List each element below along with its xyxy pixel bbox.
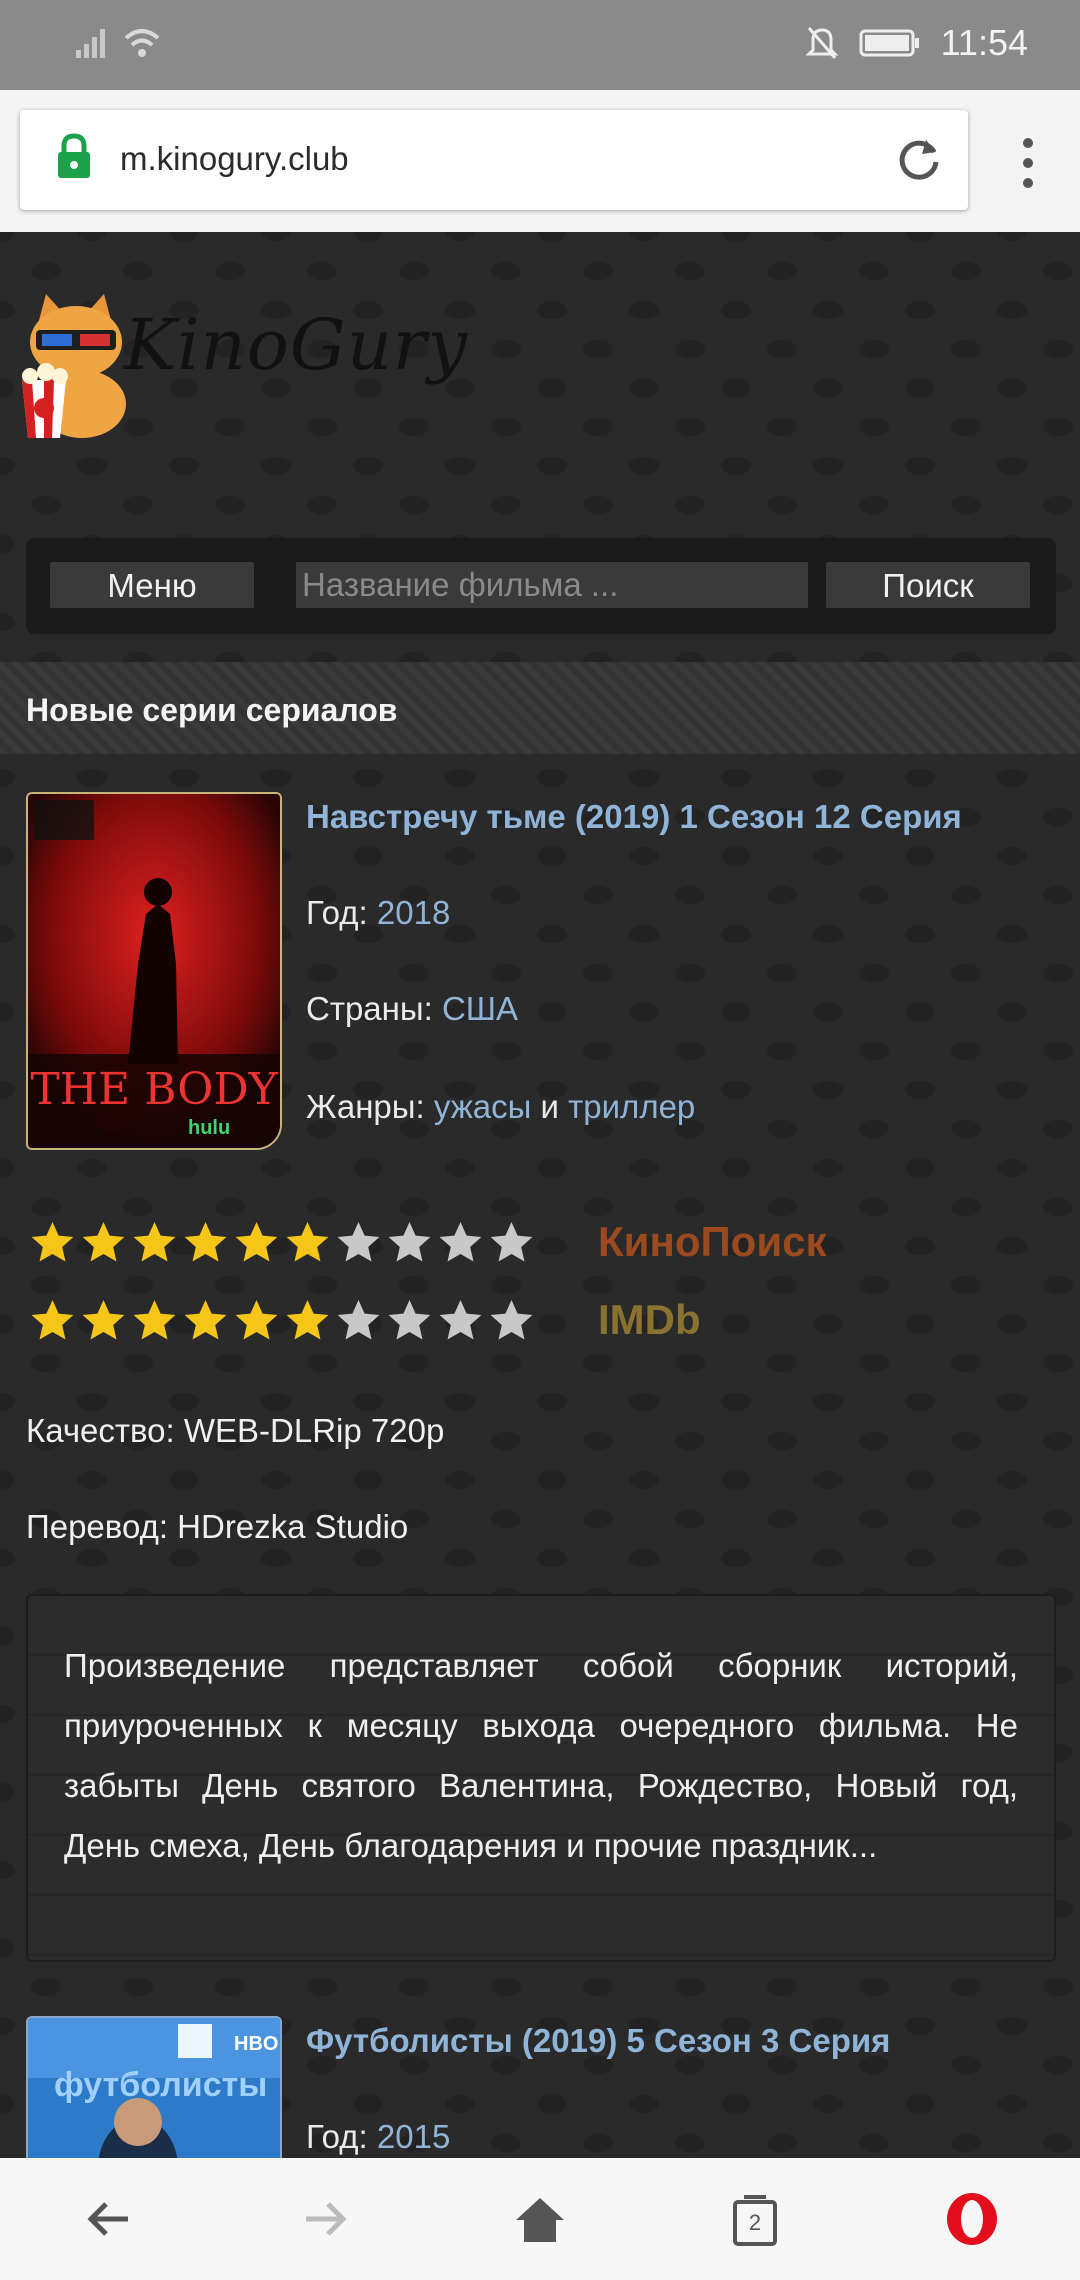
star-icon[interactable] bbox=[489, 1220, 534, 1265]
battery-icon bbox=[859, 29, 919, 57]
description-text: Произведение представляет собой сборник … bbox=[64, 1647, 1018, 1864]
year-row-2: Год: 2015 bbox=[306, 2118, 450, 2156]
kinopoisk-rating-row: КиноПоиск bbox=[30, 1218, 827, 1266]
star-icon[interactable] bbox=[234, 1298, 279, 1343]
series-title-link-2[interactable]: Футболисты (2019) 5 Сезон 3 Серия bbox=[306, 2022, 890, 2060]
quality-text: Качество: WEB-DLRip 720p bbox=[26, 1412, 445, 1449]
imdb-label: IMDb bbox=[598, 1296, 701, 1343]
web-page: KinoGury Меню Поиск Новые серии сериалов bbox=[0, 232, 1080, 2158]
poster-image: THE BODY hulu bbox=[28, 794, 280, 1148]
logo-text: KinoGury bbox=[124, 304, 468, 386]
status-left bbox=[74, 26, 162, 60]
star-icon[interactable] bbox=[234, 1220, 279, 1265]
genres-label: Жанры: bbox=[306, 1088, 425, 1125]
country-row: Страны: США bbox=[306, 990, 518, 1028]
series-poster[interactable]: THE BODY hulu bbox=[26, 792, 282, 1150]
more-options-icon[interactable] bbox=[1008, 138, 1048, 188]
poster-brand-2: HBO bbox=[234, 2033, 278, 2055]
star-icon[interactable] bbox=[387, 1298, 432, 1343]
year-link[interactable]: 2018 bbox=[377, 894, 450, 931]
year-row: Год: 2018 bbox=[306, 894, 450, 932]
opera-menu-icon[interactable] bbox=[944, 2190, 1000, 2248]
address-bar[interactable]: m.kinogury.club bbox=[20, 110, 968, 210]
lock-icon bbox=[58, 133, 90, 178]
poster-image-2: HBO футболисты bbox=[28, 2018, 280, 2158]
year-link-2[interactable]: 2015 bbox=[377, 2118, 450, 2155]
browser-toolbar: m.kinogury.club bbox=[0, 90, 1080, 232]
star-icon[interactable] bbox=[438, 1220, 483, 1265]
year-label-2: Год: bbox=[306, 2118, 368, 2155]
section-title: Новые серии сериалов bbox=[26, 692, 398, 728]
tabs-button[interactable]: 2 bbox=[732, 2194, 778, 2246]
star-icon[interactable] bbox=[183, 1220, 228, 1265]
signal-icon bbox=[76, 29, 105, 58]
star-icon[interactable] bbox=[387, 1220, 432, 1265]
kinopoisk-label: КиноПоиск bbox=[598, 1218, 827, 1265]
poster-caption: THE BODY bbox=[30, 1064, 278, 1115]
poster-caption-2: футболисты bbox=[54, 2066, 267, 2104]
star-icon[interactable] bbox=[30, 1298, 75, 1343]
cat-mascot-icon bbox=[22, 294, 126, 438]
star-icon[interactable] bbox=[132, 1298, 177, 1343]
search-button[interactable]: Поиск bbox=[826, 562, 1030, 608]
search-input[interactable] bbox=[296, 562, 808, 608]
reload-icon[interactable] bbox=[892, 132, 946, 186]
tabs-count: 2 bbox=[748, 2210, 762, 2235]
genre-joiner: и bbox=[540, 1088, 559, 1125]
imdb-rating-row: IMDb bbox=[30, 1296, 701, 1344]
series-title-link[interactable]: Навстречу тьме (2019) 1 Сезон 12 Серия bbox=[306, 798, 962, 836]
country-label: Страны: bbox=[306, 990, 433, 1027]
site-logo[interactable]: KinoGury bbox=[16, 280, 467, 440]
genre-link-horror[interactable]: ужасы bbox=[434, 1088, 532, 1125]
url-text[interactable]: m.kinogury.club bbox=[120, 140, 349, 178]
star-icon[interactable] bbox=[336, 1220, 381, 1265]
translation-text: Перевод: HDrezka Studio bbox=[26, 1508, 409, 1545]
imdb-stars[interactable] bbox=[30, 1298, 566, 1343]
kinopoisk-stars[interactable] bbox=[30, 1220, 566, 1265]
status-bar: 11:54 bbox=[0, 0, 1080, 90]
series-poster-2[interactable]: HBO футболисты bbox=[26, 2016, 282, 2158]
home-icon[interactable] bbox=[514, 2194, 566, 2244]
star-icon[interactable] bbox=[183, 1298, 228, 1343]
star-icon[interactable] bbox=[336, 1298, 381, 1343]
back-arrow-icon[interactable] bbox=[84, 2194, 134, 2244]
search-bar: Меню Поиск bbox=[26, 538, 1056, 634]
menu-button[interactable]: Меню bbox=[50, 562, 254, 608]
wifi-icon bbox=[124, 29, 160, 57]
star-icon[interactable] bbox=[30, 1220, 75, 1265]
poster-brand: hulu bbox=[188, 1117, 230, 1139]
genre-link-thriller[interactable]: триллер bbox=[568, 1088, 695, 1125]
year-label: Год: bbox=[306, 894, 368, 931]
section-header: Новые серии сериалов bbox=[0, 662, 1080, 754]
star-icon[interactable] bbox=[438, 1298, 483, 1343]
star-icon[interactable] bbox=[285, 1298, 330, 1343]
status-time: 11:54 bbox=[940, 22, 1028, 63]
star-icon[interactable] bbox=[81, 1298, 126, 1343]
forward-arrow-icon[interactable] bbox=[300, 2194, 350, 2244]
star-icon[interactable] bbox=[489, 1298, 534, 1343]
mute-notification-icon bbox=[804, 27, 839, 59]
country-link[interactable]: США bbox=[442, 990, 518, 1027]
star-icon[interactable] bbox=[132, 1220, 177, 1265]
star-icon[interactable] bbox=[285, 1220, 330, 1265]
description-box: Произведение представляет собой сборник … bbox=[26, 1594, 1056, 1962]
genres-row: Жанры: ужасы и триллер bbox=[306, 1088, 695, 1126]
status-right: 11:54 bbox=[804, 22, 1028, 64]
star-icon[interactable] bbox=[81, 1220, 126, 1265]
browser-bottom-nav: 2 bbox=[0, 2158, 1080, 2280]
